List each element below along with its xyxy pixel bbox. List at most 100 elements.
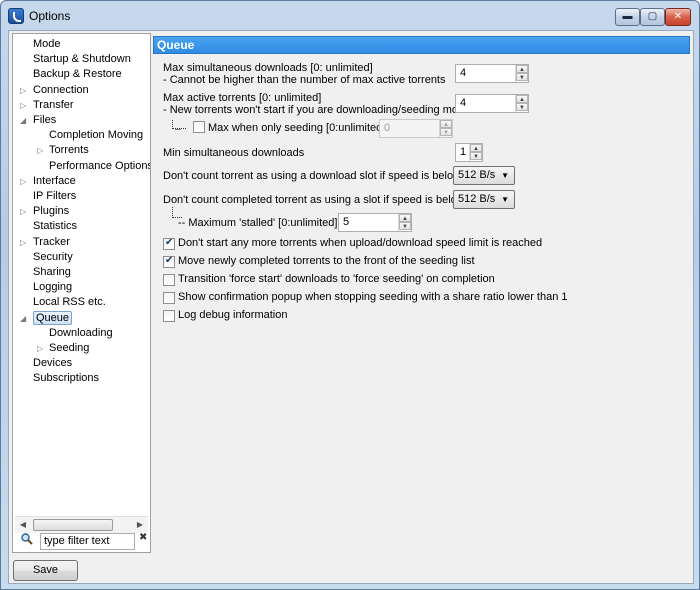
option-label[interactable]: Transition 'force start' downloads to 'f… (178, 273, 495, 286)
max-seeding-label: Max when only seeding [0:unlimited] (208, 122, 386, 134)
sidebar-item-subscriptions[interactable]: Subscriptions (33, 371, 99, 386)
sidebar-item-plugins[interactable]: Plugins (33, 204, 69, 219)
sidebar-item-label: Performance Options (49, 159, 151, 172)
sidebar-item-label: Files (33, 114, 57, 126)
chevron-down-icon: ▼ (501, 171, 509, 180)
option-checkbox[interactable] (163, 310, 175, 322)
sidebar-item-ip-filters[interactable]: IP Filters (33, 189, 76, 204)
sidebar-item-downloading[interactable]: Downloading (49, 326, 113, 341)
expanded-arrow-icon[interactable]: ◢ (20, 113, 26, 128)
sidebar-item-performance-options[interactable]: Performance Options (49, 159, 151, 174)
completed-slot-speed-value: 512 B/s (458, 193, 496, 205)
max-downloads-spinner[interactable]: 4 ▲ ▼ (455, 64, 529, 83)
spin-up-icon[interactable]: ▲ (470, 144, 482, 152)
sidebar-item-label: Torrents (49, 144, 89, 157)
download-slot-label: Don't count torrent as using a download … (163, 170, 462, 182)
option-checkbox[interactable] (163, 237, 175, 250)
scrollbar-thumb[interactable] (33, 519, 113, 531)
option-checkbox[interactable] (163, 255, 175, 268)
collapsed-arrow-icon[interactable]: ▷ (20, 235, 26, 250)
spin-down-icon[interactable]: ▼ (470, 152, 482, 160)
sidebar-item-backup-restore[interactable]: Backup & Restore (33, 67, 122, 82)
save-button[interactable]: Save (13, 560, 78, 581)
page-title: Queue (153, 36, 690, 54)
completed-slot-speed-select[interactable]: 512 B/s ▼ (453, 190, 515, 209)
clear-filter-icon[interactable]: ✖ (139, 532, 147, 543)
max-seeding-value: 0 (384, 122, 391, 134)
spin-down-icon[interactable]: ▼ (440, 128, 452, 136)
sidebar-item-interface[interactable]: Interface (33, 174, 76, 189)
settings-tree: Mode Startup & Shutdown Backup & Restore Co… (12, 33, 151, 553)
sidebar-item-statistics[interactable]: Statistics (33, 219, 77, 234)
min-downloads-spinner[interactable]: 1 ▲ ▼ (455, 143, 483, 162)
max-downloads-value: 4 (460, 67, 467, 79)
tree-horizontal-scrollbar[interactable]: ◀ ▶ (15, 516, 148, 533)
chevron-down-icon: ▼ (501, 195, 509, 204)
download-slot-speed-select[interactable]: 512 B/s ▼ (453, 166, 515, 185)
max-seeding-checkbox[interactable] (193, 121, 205, 133)
sidebar-item-label: Statistics (33, 220, 78, 233)
sidebar-item-security[interactable]: Security (33, 250, 73, 265)
maximize-button[interactable]: ▢ (640, 8, 665, 26)
option-label[interactable]: Log debug information (178, 309, 287, 322)
spin-up-icon[interactable]: ▲ (440, 120, 452, 128)
max-seeding-spinner[interactable]: 0 ▲ ▼ (379, 119, 453, 138)
tree-filter-input[interactable]: type filter text (40, 533, 135, 550)
sidebar-item-transfer[interactable]: Transfer (33, 98, 74, 113)
collapsed-arrow-icon[interactable]: ▷ (20, 204, 26, 219)
sidebar-item-connection[interactable]: Connection (33, 83, 89, 98)
sidebar-item-label: Devices (33, 357, 73, 370)
sidebar-item-label: Startup & Shutdown (33, 53, 131, 66)
sidebar-item-label: Local RSS etc. (33, 296, 106, 309)
sidebar-item-devices[interactable]: Devices (33, 356, 72, 371)
window-title: Options (29, 9, 71, 23)
sidebar-item-torrents[interactable]: Torrents (49, 143, 89, 158)
app-logo-icon (8, 8, 24, 24)
option-label[interactable]: Don't start any more torrents when uploa… (178, 237, 542, 250)
collapsed-arrow-icon[interactable]: ▷ (37, 341, 43, 356)
option-checkbox[interactable] (163, 274, 175, 286)
sidebar-item-mode[interactable]: Mode (33, 37, 61, 52)
option-label[interactable]: Show confirmation popup when stopping se… (178, 291, 568, 304)
collapsed-arrow-icon[interactable]: ▷ (20, 83, 26, 98)
sidebar-item-local-rss-etc[interactable]: Local RSS etc. (33, 295, 106, 310)
option-label[interactable]: Move newly completed torrents to the fro… (178, 255, 475, 268)
min-downloads-label: Min simultaneous downloads (163, 147, 305, 159)
spin-down-icon[interactable]: ▼ (516, 103, 528, 111)
max-stalled-spinner[interactable]: 5 ▲ ▼ (338, 213, 412, 232)
option-checkbox[interactable] (163, 292, 175, 304)
sidebar-item-sharing[interactable]: Sharing (33, 265, 71, 280)
collapsed-arrow-icon[interactable]: ▷ (20, 98, 26, 113)
minimize-button[interactable]: ▬ (615, 8, 640, 26)
sidebar-item-tracker[interactable]: Tracker (33, 235, 70, 250)
sidebar-item-seeding[interactable]: Seeding (49, 341, 89, 356)
close-button[interactable]: ✕ (665, 8, 691, 26)
title-bar: Options ▬ ▢ ✕ (1, 1, 699, 31)
scroll-right-arrow-icon[interactable]: ▶ (134, 519, 146, 531)
sidebar-item-queue[interactable]: Queue (33, 310, 73, 326)
sidebar-item-files[interactable]: Files (33, 113, 56, 128)
search-icon (21, 533, 33, 545)
spin-down-icon[interactable]: ▼ (399, 222, 411, 230)
max-stalled-label: -- Maximum 'stalled' [0:unlimited] (178, 217, 338, 229)
spin-up-icon[interactable]: ▲ (399, 214, 411, 222)
spin-up-icon[interactable]: ▲ (516, 65, 528, 73)
max-stalled-value: 5 (343, 216, 350, 228)
dialog-client: Mode Startup & Shutdown Backup & Restore Co… (8, 30, 694, 584)
download-slot-speed-value: 512 B/s (458, 169, 496, 181)
scroll-left-arrow-icon[interactable]: ◀ (17, 519, 29, 531)
collapsed-arrow-icon[interactable]: ▷ (20, 174, 26, 189)
collapsed-arrow-icon[interactable]: ▷ (37, 143, 43, 158)
spin-down-icon[interactable]: ▼ (516, 73, 528, 81)
sidebar-item-label: Security (33, 250, 73, 263)
max-active-spinner[interactable]: 4 ▲ ▼ (455, 94, 529, 113)
sidebar-item-logging[interactable]: Logging (33, 280, 72, 295)
sidebar-item-startup-shutdown[interactable]: Startup & Shutdown (33, 52, 131, 67)
expanded-arrow-icon[interactable]: ◢ (20, 311, 26, 326)
sidebar-item-label: IP Filters (33, 190, 77, 202)
max-downloads-note: - Cannot be higher than the number of ma… (163, 74, 446, 86)
spin-up-icon[interactable]: ▲ (516, 95, 528, 103)
sidebar-item-completion-moving[interactable]: Completion Moving (49, 128, 143, 143)
sidebar-item-label: Plugins (33, 205, 70, 218)
sidebar-item-label: Logging (33, 281, 73, 294)
